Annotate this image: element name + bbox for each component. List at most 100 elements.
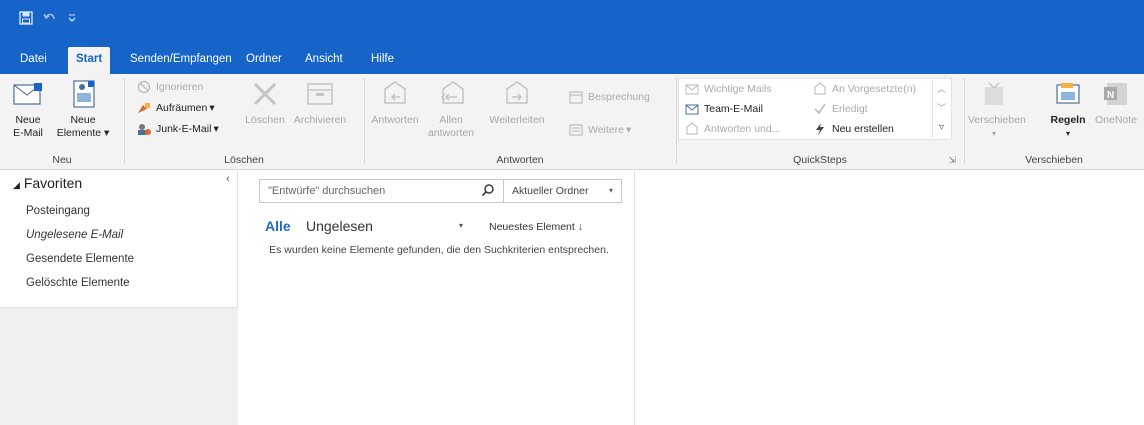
ignore-label: Ignorieren: [156, 81, 204, 93]
quickstep-to-manager[interactable]: An Vorgesetzte(n): [812, 80, 916, 98]
tab-start[interactable]: Start: [68, 47, 111, 74]
more-chevron-icon: ▾: [626, 124, 632, 136]
sort-label: Neuestes Element: [489, 221, 575, 233]
reply-button[interactable]: Antworten: [370, 78, 420, 127]
cleanup-chevron-icon: ▾: [209, 102, 215, 114]
reply-all-label: Allen antworten: [427, 114, 475, 139]
folder-item-posteingang[interactable]: Posteingang: [26, 205, 90, 217]
scroll-up-icon[interactable]: ︿: [933, 80, 950, 99]
scroll-down-icon[interactable]: ﹀: [933, 99, 950, 118]
search-scope-label: Aktueller Ordner: [512, 185, 589, 197]
tab-datei[interactable]: Datei: [12, 47, 55, 74]
archive-button[interactable]: Archivieren: [290, 78, 350, 127]
to-manager-icon: [812, 81, 828, 97]
quickstep-create-new[interactable]: Neu erstellen: [812, 120, 894, 138]
onenote-label: OneNote: [1094, 114, 1138, 126]
junk-chevron-icon: ▾: [213, 123, 219, 135]
onenote-icon: N: [1100, 78, 1132, 110]
chevron-down-icon: ▾: [608, 186, 613, 195]
forward-label: Weiterleiten: [489, 114, 545, 126]
title-bar: [0, 0, 1144, 37]
reply-label: Antworten: [371, 114, 419, 126]
junk-button[interactable]: Junk-E-Mail ▾: [136, 120, 219, 138]
reply-icon: [379, 78, 411, 110]
cleanup-button[interactable]: Aufräumen ▾: [136, 99, 215, 117]
sort-button[interactable]: Neuestes Element ↓: [489, 221, 583, 233]
search-box[interactable]: "Entwürfe" durchsuchen: [259, 179, 504, 203]
cleanup-label: Aufräumen: [156, 102, 208, 114]
move-label: Verschieben: [968, 114, 1026, 126]
filter-all-tab[interactable]: Alle: [265, 218, 291, 234]
folder-pane-empty-area: [0, 308, 238, 425]
group-verschieben: Verschieben ▾ Regeln ▾ N OneNote Verschi…: [964, 74, 1144, 170]
lightning-icon: [812, 121, 828, 137]
delete-x-icon: [249, 78, 281, 110]
quickstep-done-label: Erledigt: [832, 103, 868, 115]
meeting-icon: [568, 89, 584, 105]
quickstep-reply-and[interactable]: Antworten und...: [684, 120, 780, 138]
tab-hilfe[interactable]: Hilfe: [363, 47, 402, 74]
collapse-pane-icon[interactable]: ‹: [226, 173, 230, 185]
move-icon: [978, 78, 1010, 110]
sort-direction-icon: ↓: [577, 221, 583, 233]
folder-item-geloeschte[interactable]: Gelöschte Elemente: [26, 277, 130, 289]
meeting-button[interactable]: Besprechung: [568, 88, 650, 106]
search-icon[interactable]: [481, 183, 497, 199]
new-email-button[interactable]: Neue E-Mail: [6, 78, 50, 140]
folder-item-gesendete[interactable]: Gesendete Elemente: [26, 253, 134, 265]
ignore-button[interactable]: Ignorieren: [136, 78, 203, 96]
quickstep-important-label: Wichtige Mails: [704, 83, 772, 95]
group-neu: Neue E-Mail Neue Elemente ▾ Neu: [0, 74, 124, 170]
group-verschieben-label: Verschieben: [1025, 154, 1083, 166]
group-quicksteps-label: QuickSteps: [793, 154, 847, 166]
quickstep-important-mails[interactable]: Wichtige Mails: [684, 80, 772, 98]
ignore-icon: [136, 79, 152, 95]
rules-chevron-icon: ▾: [1065, 129, 1070, 138]
tab-ansicht[interactable]: Ansicht: [297, 47, 351, 74]
tab-ordner[interactable]: Ordner: [238, 47, 290, 74]
onenote-button[interactable]: N OneNote: [1092, 78, 1140, 127]
rules-button[interactable]: Regeln ▾: [1046, 78, 1090, 140]
move-chevron-icon: ▾: [991, 129, 996, 138]
quickstep-team-email[interactable]: Team-E-Mail: [684, 100, 763, 118]
reply-all-button[interactable]: Allen antworten: [426, 78, 476, 140]
reading-pane: [636, 171, 1144, 425]
new-email-icon: [12, 78, 44, 110]
rules-label: Regeln: [1050, 114, 1086, 126]
more-label: Weitere: [588, 124, 624, 136]
search-scope-dropdown[interactable]: Aktueller Ordner ▾: [504, 179, 622, 203]
quicksteps-scroll[interactable]: ︿ ﹀ ▿: [932, 80, 950, 138]
save-icon[interactable]: [16, 8, 36, 28]
quickstep-done[interactable]: Erledigt: [812, 100, 868, 118]
svg-text:N: N: [1107, 90, 1114, 101]
customize-chevron-icon[interactable]: [62, 8, 82, 28]
rules-icon: [1052, 78, 1084, 110]
gallery-expand-icon[interactable]: ▿: [933, 118, 950, 137]
new-email-label: Neue E-Mail: [13, 114, 43, 139]
group-loeschen: Ignorieren Aufräumen ▾ Junk-E-Mail ▾ Lösch…: [124, 74, 364, 170]
dialog-launcher-icon[interactable]: ⇲: [948, 155, 956, 166]
ribbon: Neue E-Mail Neue Elemente ▾ Neu Ignorier…: [0, 74, 1144, 170]
reply-all-icon: [435, 78, 467, 110]
empty-list-message: Es wurden keine Elemente gefunden, die d…: [269, 244, 609, 256]
tab-senden-empfangen[interactable]: Senden/Empfangen: [122, 47, 240, 74]
group-loeschen-label: Löschen: [224, 154, 264, 166]
forward-button[interactable]: Weiterleiten: [486, 78, 548, 127]
more-button[interactable]: Weitere ▾: [568, 121, 631, 139]
search-input[interactable]: "Entwürfe" durchsuchen: [268, 185, 385, 197]
group-antworten: Antworten Allen antworten Weiterleiten B…: [364, 74, 676, 170]
move-button[interactable]: Verschieben ▾: [968, 78, 1026, 140]
archive-icon: [304, 78, 336, 110]
expand-triangle-icon: ◢: [13, 180, 20, 190]
delete-button[interactable]: Löschen: [242, 78, 288, 127]
undo-icon[interactable]: [40, 8, 60, 28]
folder-item-ungelesene[interactable]: Ungelesene E-Mail: [26, 229, 123, 241]
filter-dropdown-icon[interactable]: ▾: [459, 221, 463, 230]
group-quicksteps: Wichtige Mails Team-E-Mail Antworten und…: [676, 74, 964, 170]
meeting-label: Besprechung: [588, 91, 650, 103]
filter-unread-tab[interactable]: Ungelesen: [306, 218, 373, 234]
new-items-button[interactable]: Neue Elemente ▾: [54, 78, 112, 140]
archive-label: Archivieren: [293, 114, 347, 126]
favorites-header[interactable]: ◢ Favoriten: [13, 175, 82, 191]
group-neu-label: Neu: [52, 154, 72, 166]
